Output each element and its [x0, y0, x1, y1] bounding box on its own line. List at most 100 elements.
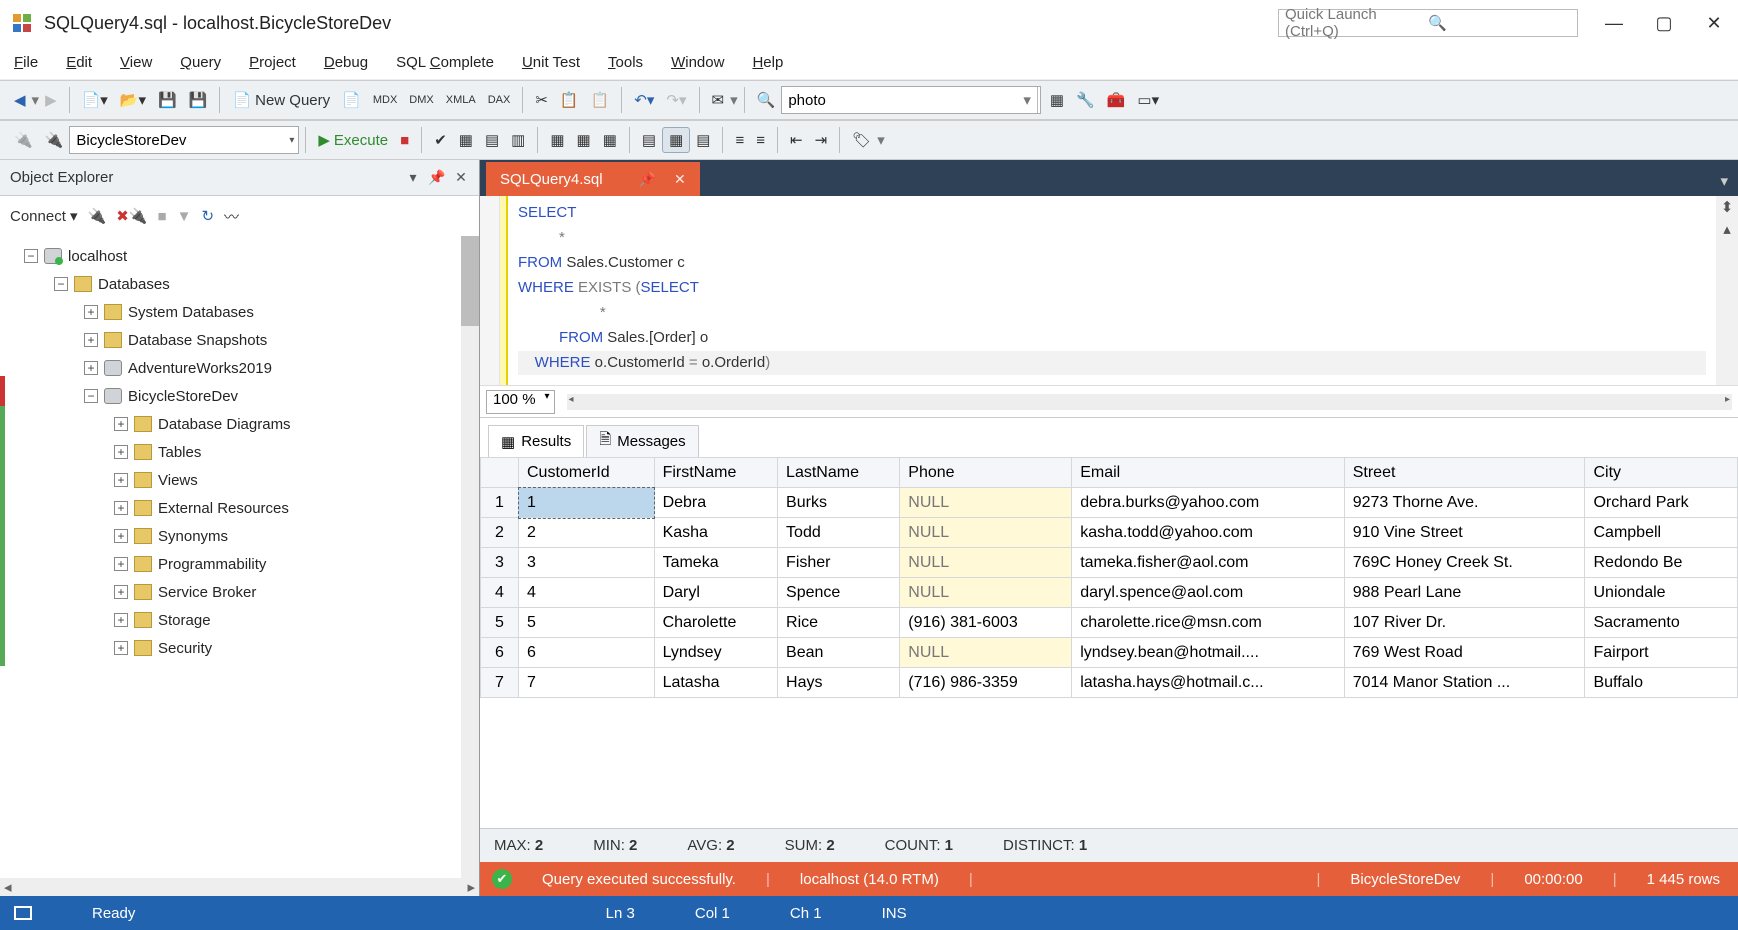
specify-values-icon[interactable]: 🏷 [846, 128, 877, 152]
table-row[interactable]: 55CharoletteRice(916) 381-6003charolette… [481, 608, 1738, 638]
grid-cell[interactable]: NULL [900, 548, 1072, 578]
disconnect-icon[interactable]: 🔌 [88, 207, 107, 225]
grid-cell[interactable]: Orchard Park [1585, 488, 1738, 518]
grid-cell[interactable]: 7014 Manor Station ... [1344, 668, 1585, 698]
grid-cell[interactable]: 4 [519, 578, 655, 608]
outdent-icon[interactable]: ⇥ [809, 128, 834, 152]
tab-messages[interactable]: 🗎Messages [586, 425, 698, 457]
grid-cell[interactable]: 988 Pearl Lane [1344, 578, 1585, 608]
script-icon[interactable]: 📄 [336, 88, 367, 112]
expand-icon[interactable]: + [84, 333, 98, 347]
execute-button[interactable]: ▶ Execute [312, 128, 394, 152]
results-text-icon[interactable]: ▤ [636, 128, 662, 152]
grid-cell[interactable]: 6 [519, 638, 655, 668]
filter-icon[interactable]: ▼ [177, 208, 192, 225]
grid-cell[interactable]: 910 Vine Street [1344, 518, 1585, 548]
grid-cell[interactable]: Fairport [1585, 638, 1738, 668]
wrench-icon[interactable]: 🔧 [1070, 88, 1101, 112]
tree-item[interactable]: Storage [158, 612, 211, 629]
menu-view[interactable]: View [120, 54, 152, 71]
grid-cell[interactable]: 769C Honey Creek St. [1344, 548, 1585, 578]
grid-cell[interactable]: Hays [778, 668, 900, 698]
panel-menu-icon[interactable]: ▾ [405, 170, 421, 186]
expand-icon[interactable]: + [114, 585, 128, 599]
minimize-button[interactable]: — [1600, 9, 1628, 37]
menu-query[interactable]: Query [180, 54, 221, 71]
grid-cell[interactable]: NULL [900, 578, 1072, 608]
editor-code[interactable]: SELECT * FROM Sales.Customer c WHERE EXI… [508, 196, 1716, 385]
grid-cell[interactable]: Daryl [654, 578, 777, 608]
stop-icon[interactable]: ■ [158, 208, 167, 225]
row-number[interactable]: 6 [481, 638, 519, 668]
editor-tab[interactable]: SQLQuery4.sql 📌 ✕ [486, 162, 700, 196]
database-combo[interactable]: BicycleStoreDev [69, 126, 299, 154]
col-header[interactable]: City [1585, 458, 1738, 488]
nav-forward-button[interactable]: ▶ [39, 88, 63, 112]
parse-icon[interactable]: ✔ [428, 128, 453, 152]
results-grid[interactable]: CustomerId FirstName LastName Phone Emai… [480, 457, 1738, 828]
grid-cell[interactable]: 107 River Dr. [1344, 608, 1585, 638]
grid-cell[interactable]: Rice [778, 608, 900, 638]
display-plan-icon[interactable]: ▦ [453, 128, 479, 152]
grid-cell[interactable]: Lyndsey [654, 638, 777, 668]
expand-icon[interactable]: + [114, 613, 128, 627]
col-header[interactable]: Street [1344, 458, 1585, 488]
grid-cell[interactable]: (916) 381-6003 [900, 608, 1072, 638]
close-button[interactable]: ✕ [1700, 9, 1728, 37]
connect-icon[interactable]: 🔌 [8, 128, 39, 152]
change-connection-icon[interactable]: 🔌 [39, 128, 70, 152]
tree-item[interactable]: AdventureWorks2019 [128, 360, 272, 377]
row-number[interactable]: 7 [481, 668, 519, 698]
table-row[interactable]: 77LatashaHays(716) 986-3359latasha.hays@… [481, 668, 1738, 698]
grid-cell[interactable]: Sacramento [1585, 608, 1738, 638]
tree-item[interactable]: Tables [158, 444, 201, 461]
grid-cell[interactable]: 3 [519, 548, 655, 578]
table-row[interactable]: 44DarylSpenceNULLdaryl.spence@aol.com988… [481, 578, 1738, 608]
activity-icon[interactable]: 〰 [224, 206, 239, 227]
tree-item[interactable]: Views [158, 472, 198, 489]
menu-sql-complete[interactable]: SQL Complete [396, 54, 494, 71]
maximize-button[interactable]: ▢ [1650, 9, 1678, 37]
sql-editor[interactable]: SELECT * FROM Sales.Customer c WHERE EXI… [480, 196, 1738, 385]
expand-icon[interactable]: + [114, 473, 128, 487]
grid-cell[interactable]: NULL [900, 518, 1072, 548]
collapse-icon[interactable]: − [84, 389, 98, 403]
table-row[interactable]: 11DebraBurksNULLdebra.burks@yahoo.com927… [481, 488, 1738, 518]
toolbox-icon[interactable]: 🧰 [1101, 88, 1132, 112]
window-icon[interactable]: ▭▾ [1131, 88, 1165, 112]
ext-icon-1[interactable]: ▦ [1044, 88, 1070, 112]
tab-results[interactable]: ▦Results [488, 425, 584, 457]
grid-cell[interactable]: daryl.spence@aol.com [1072, 578, 1345, 608]
grid-cell[interactable]: 2 [519, 518, 655, 548]
col-header[interactable]: CustomerId [519, 458, 655, 488]
row-number[interactable]: 4 [481, 578, 519, 608]
tab-close-icon[interactable]: ✕ [674, 171, 686, 188]
grid-cell[interactable]: Burks [778, 488, 900, 518]
col-header[interactable]: Phone [900, 458, 1072, 488]
object-explorer-tree[interactable]: −localhost −Databases +System Databases … [0, 236, 479, 878]
tree-item[interactable]: Synonyms [158, 528, 228, 545]
tree-active-db[interactable]: BicycleStoreDev [128, 388, 238, 405]
collapse-icon[interactable]: − [24, 249, 38, 263]
grid-cell[interactable]: Bean [778, 638, 900, 668]
paste-icon[interactable]: 📋 [585, 88, 616, 112]
tree-item[interactable]: Database Diagrams [158, 416, 291, 433]
grid-cell[interactable]: Tameka [654, 548, 777, 578]
grid-cell[interactable]: Latasha [654, 668, 777, 698]
grid-cell[interactable]: NULL [900, 638, 1072, 668]
surround-icon[interactable]: ▦ [597, 128, 623, 152]
tab-pin-icon[interactable]: 📌 [639, 171, 656, 188]
quick-launch[interactable]: Quick Launch (Ctrl+Q) 🔍 [1278, 9, 1578, 37]
grid-cell[interactable]: 769 West Road [1344, 638, 1585, 668]
mail-icon[interactable]: ✉ [706, 88, 731, 112]
grid-cell[interactable]: 9273 Thorne Ave. [1344, 488, 1585, 518]
expand-icon[interactable]: + [114, 641, 128, 655]
grid-cell[interactable]: Buffalo [1585, 668, 1738, 698]
row-number[interactable]: 5 [481, 608, 519, 638]
copy-icon[interactable]: 📋 [554, 88, 585, 112]
xmla-icon[interactable]: XMLA [440, 91, 482, 109]
expand-icon[interactable]: + [114, 529, 128, 543]
row-number[interactable]: 3 [481, 548, 519, 578]
col-header[interactable]: FirstName [654, 458, 777, 488]
col-header[interactable]: LastName [778, 458, 900, 488]
